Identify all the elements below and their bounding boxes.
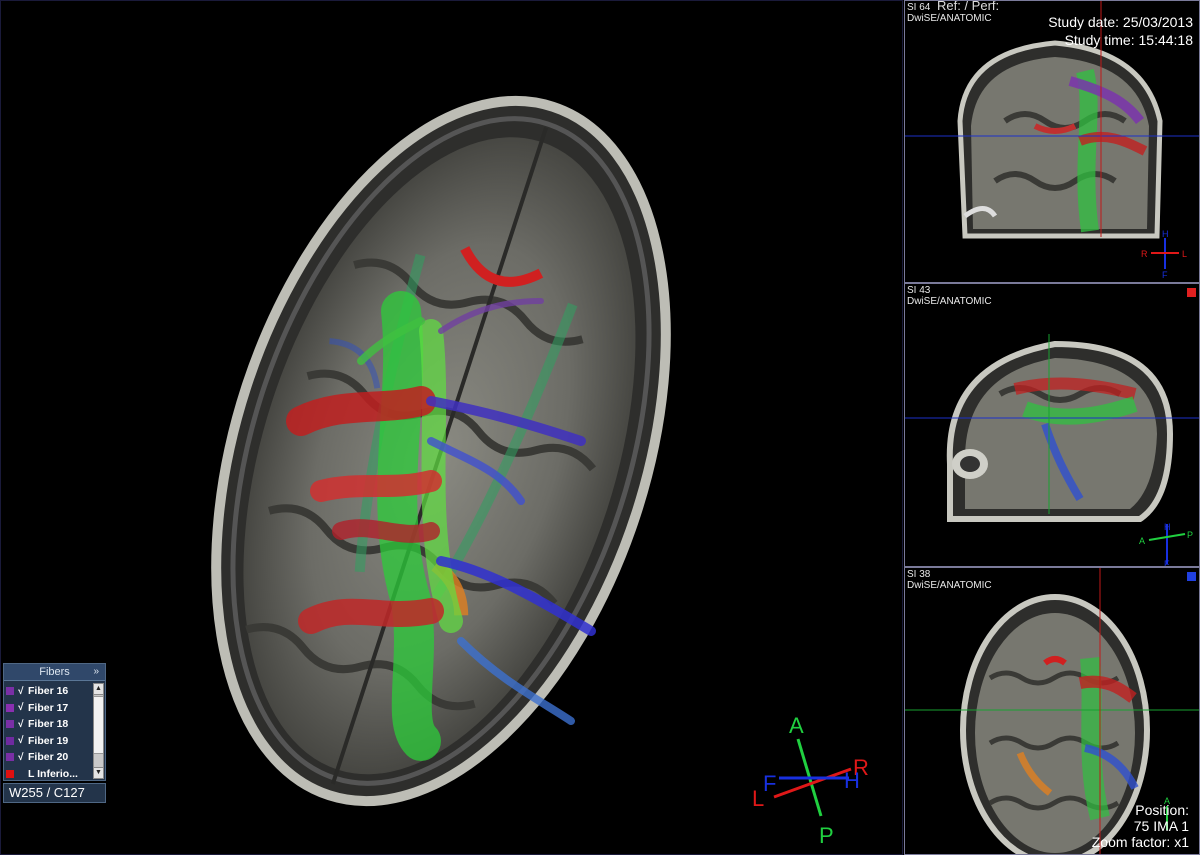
sagittal-axis-label-foot: F xyxy=(1164,559,1170,567)
fiber-list-item[interactable]: √ Fiber 19 xyxy=(6,733,94,750)
main-3d-viewport[interactable]: A P R L F H Fibers » √ Fiber 16 √ Fiber … xyxy=(0,0,903,855)
scroll-thumb[interactable] xyxy=(94,696,103,754)
position-info: Position: 75 IMA 1 Zoom factor: x1 xyxy=(1092,802,1189,850)
fibers-panel-header[interactable]: Fibers » xyxy=(4,664,105,681)
axis-label-foot: F xyxy=(763,771,776,796)
fiber-visible-check-icon[interactable]: √ xyxy=(18,702,28,713)
fiber-label: Fiber 17 xyxy=(28,701,69,714)
coronal-axis-label-left: L xyxy=(1182,249,1187,259)
sagittal-series-label: SI 43 xyxy=(907,285,931,296)
fiber-color-swatch xyxy=(6,753,14,762)
fiber-visible-check-icon[interactable]: √ xyxy=(18,752,28,763)
side-viewports: H F R L SI 64 Ref: / Perf: DwiSE/ANATOMI… xyxy=(904,0,1200,855)
fiber-label: L Inferio... xyxy=(28,767,78,780)
axial-viewport[interactable]: A SI 38 DwiSE/ANATOMIC Position: 75 IMA … xyxy=(904,567,1200,855)
fiber-label: Fiber 16 xyxy=(28,685,69,698)
fiber-color-swatch xyxy=(6,736,14,745)
fiber-list: √ Fiber 16 √ Fiber 17 √ Fiber 18 √ Fiber… xyxy=(6,683,94,782)
axis-label-posterior: P xyxy=(819,823,834,848)
sagittal-orientation-widget: H F A P xyxy=(1139,522,1193,567)
sagittal-viewport[interactable]: H F A P SI 43 DwiSE/ANATOMIC xyxy=(904,283,1200,567)
fibers-panel-title: Fibers xyxy=(39,666,70,678)
axial-series-label: SI 38 xyxy=(907,569,931,580)
coronal-viewport[interactable]: H F R L SI 64 Ref: / Perf: DwiSE/ANATOMI… xyxy=(904,0,1200,283)
study-date: Study date: 25/03/2013 xyxy=(1048,14,1193,30)
ref-perf-label: Ref: / Perf: xyxy=(937,0,1000,13)
sagittal-axis-label-anterior: A xyxy=(1139,536,1145,546)
fiber-visible-check-icon[interactable]: √ xyxy=(18,686,28,697)
fiber-list-item[interactable]: √ Fiber 20 xyxy=(6,749,94,766)
study-time: Study time: 15:44:18 xyxy=(1064,32,1193,48)
axis-label-anterior: A xyxy=(789,713,804,738)
fiber-visible-check-icon[interactable]: √ xyxy=(18,719,28,730)
fiber-list-scrollbar[interactable]: ▲ ▼ xyxy=(93,683,104,779)
fiber-label: Fiber 19 xyxy=(28,734,69,747)
sagittal-marker-icon xyxy=(1187,288,1196,297)
study-info: Study date: 25/03/2013 Study time: 15:44… xyxy=(1048,13,1193,49)
fiber-label: Fiber 20 xyxy=(28,751,69,764)
fiber-list-item[interactable]: L Inferio... xyxy=(6,766,94,783)
coronal-axis-label-foot: F xyxy=(1162,270,1168,280)
zoom-factor: Zoom factor: x1 xyxy=(1091,834,1189,850)
scroll-up-icon[interactable]: ▲ xyxy=(94,684,103,695)
expand-icon[interactable]: » xyxy=(93,666,99,677)
coronal-axis-label-right: R xyxy=(1141,249,1148,259)
sagittal-sequence-label: DwiSE/ANATOMIC xyxy=(907,296,992,307)
coronal-series-label: SI 64 xyxy=(907,2,931,13)
brain-axial-3d-image: A P R L F H xyxy=(211,95,869,848)
fiber-list-item[interactable]: √ Fiber 17 xyxy=(6,700,94,717)
axial-marker-icon xyxy=(1187,572,1196,581)
fiber-list-item[interactable]: √ Fiber 16 xyxy=(6,683,94,700)
sagittal-axis-label-posterior: P xyxy=(1187,530,1193,540)
fibers-panel[interactable]: Fibers » √ Fiber 16 √ Fiber 17 √ Fiber 1… xyxy=(3,663,106,781)
fiber-label: Fiber 18 xyxy=(28,718,69,731)
coronal-sequence-label: DwiSE/ANATOMIC xyxy=(907,13,992,24)
fiber-list-item[interactable]: √ Fiber 18 xyxy=(6,716,94,733)
sagittal-axis-label-head: H xyxy=(1164,522,1171,532)
sagittal-brain-image: H F A P xyxy=(905,334,1199,567)
axis-label-head: H xyxy=(844,768,860,793)
axial-sequence-label: DwiSE/ANATOMIC xyxy=(907,580,992,591)
coronal-axis-label-head: H xyxy=(1162,229,1169,239)
position-value: 75 IMA 1 xyxy=(1133,818,1189,834)
fiber-color-swatch xyxy=(6,703,14,712)
fiber-color-swatch xyxy=(6,687,14,696)
fiber-color-swatch xyxy=(6,769,14,778)
window-level-readout: W255 / C127 xyxy=(3,783,106,803)
fiber-visible-check-icon[interactable]: √ xyxy=(18,735,28,746)
position-label: Position: xyxy=(1135,802,1189,818)
scroll-down-icon[interactable]: ▼ xyxy=(94,767,103,778)
fiber-color-swatch xyxy=(6,720,14,729)
orientation-axes-widget: A P R L F H xyxy=(752,713,869,848)
